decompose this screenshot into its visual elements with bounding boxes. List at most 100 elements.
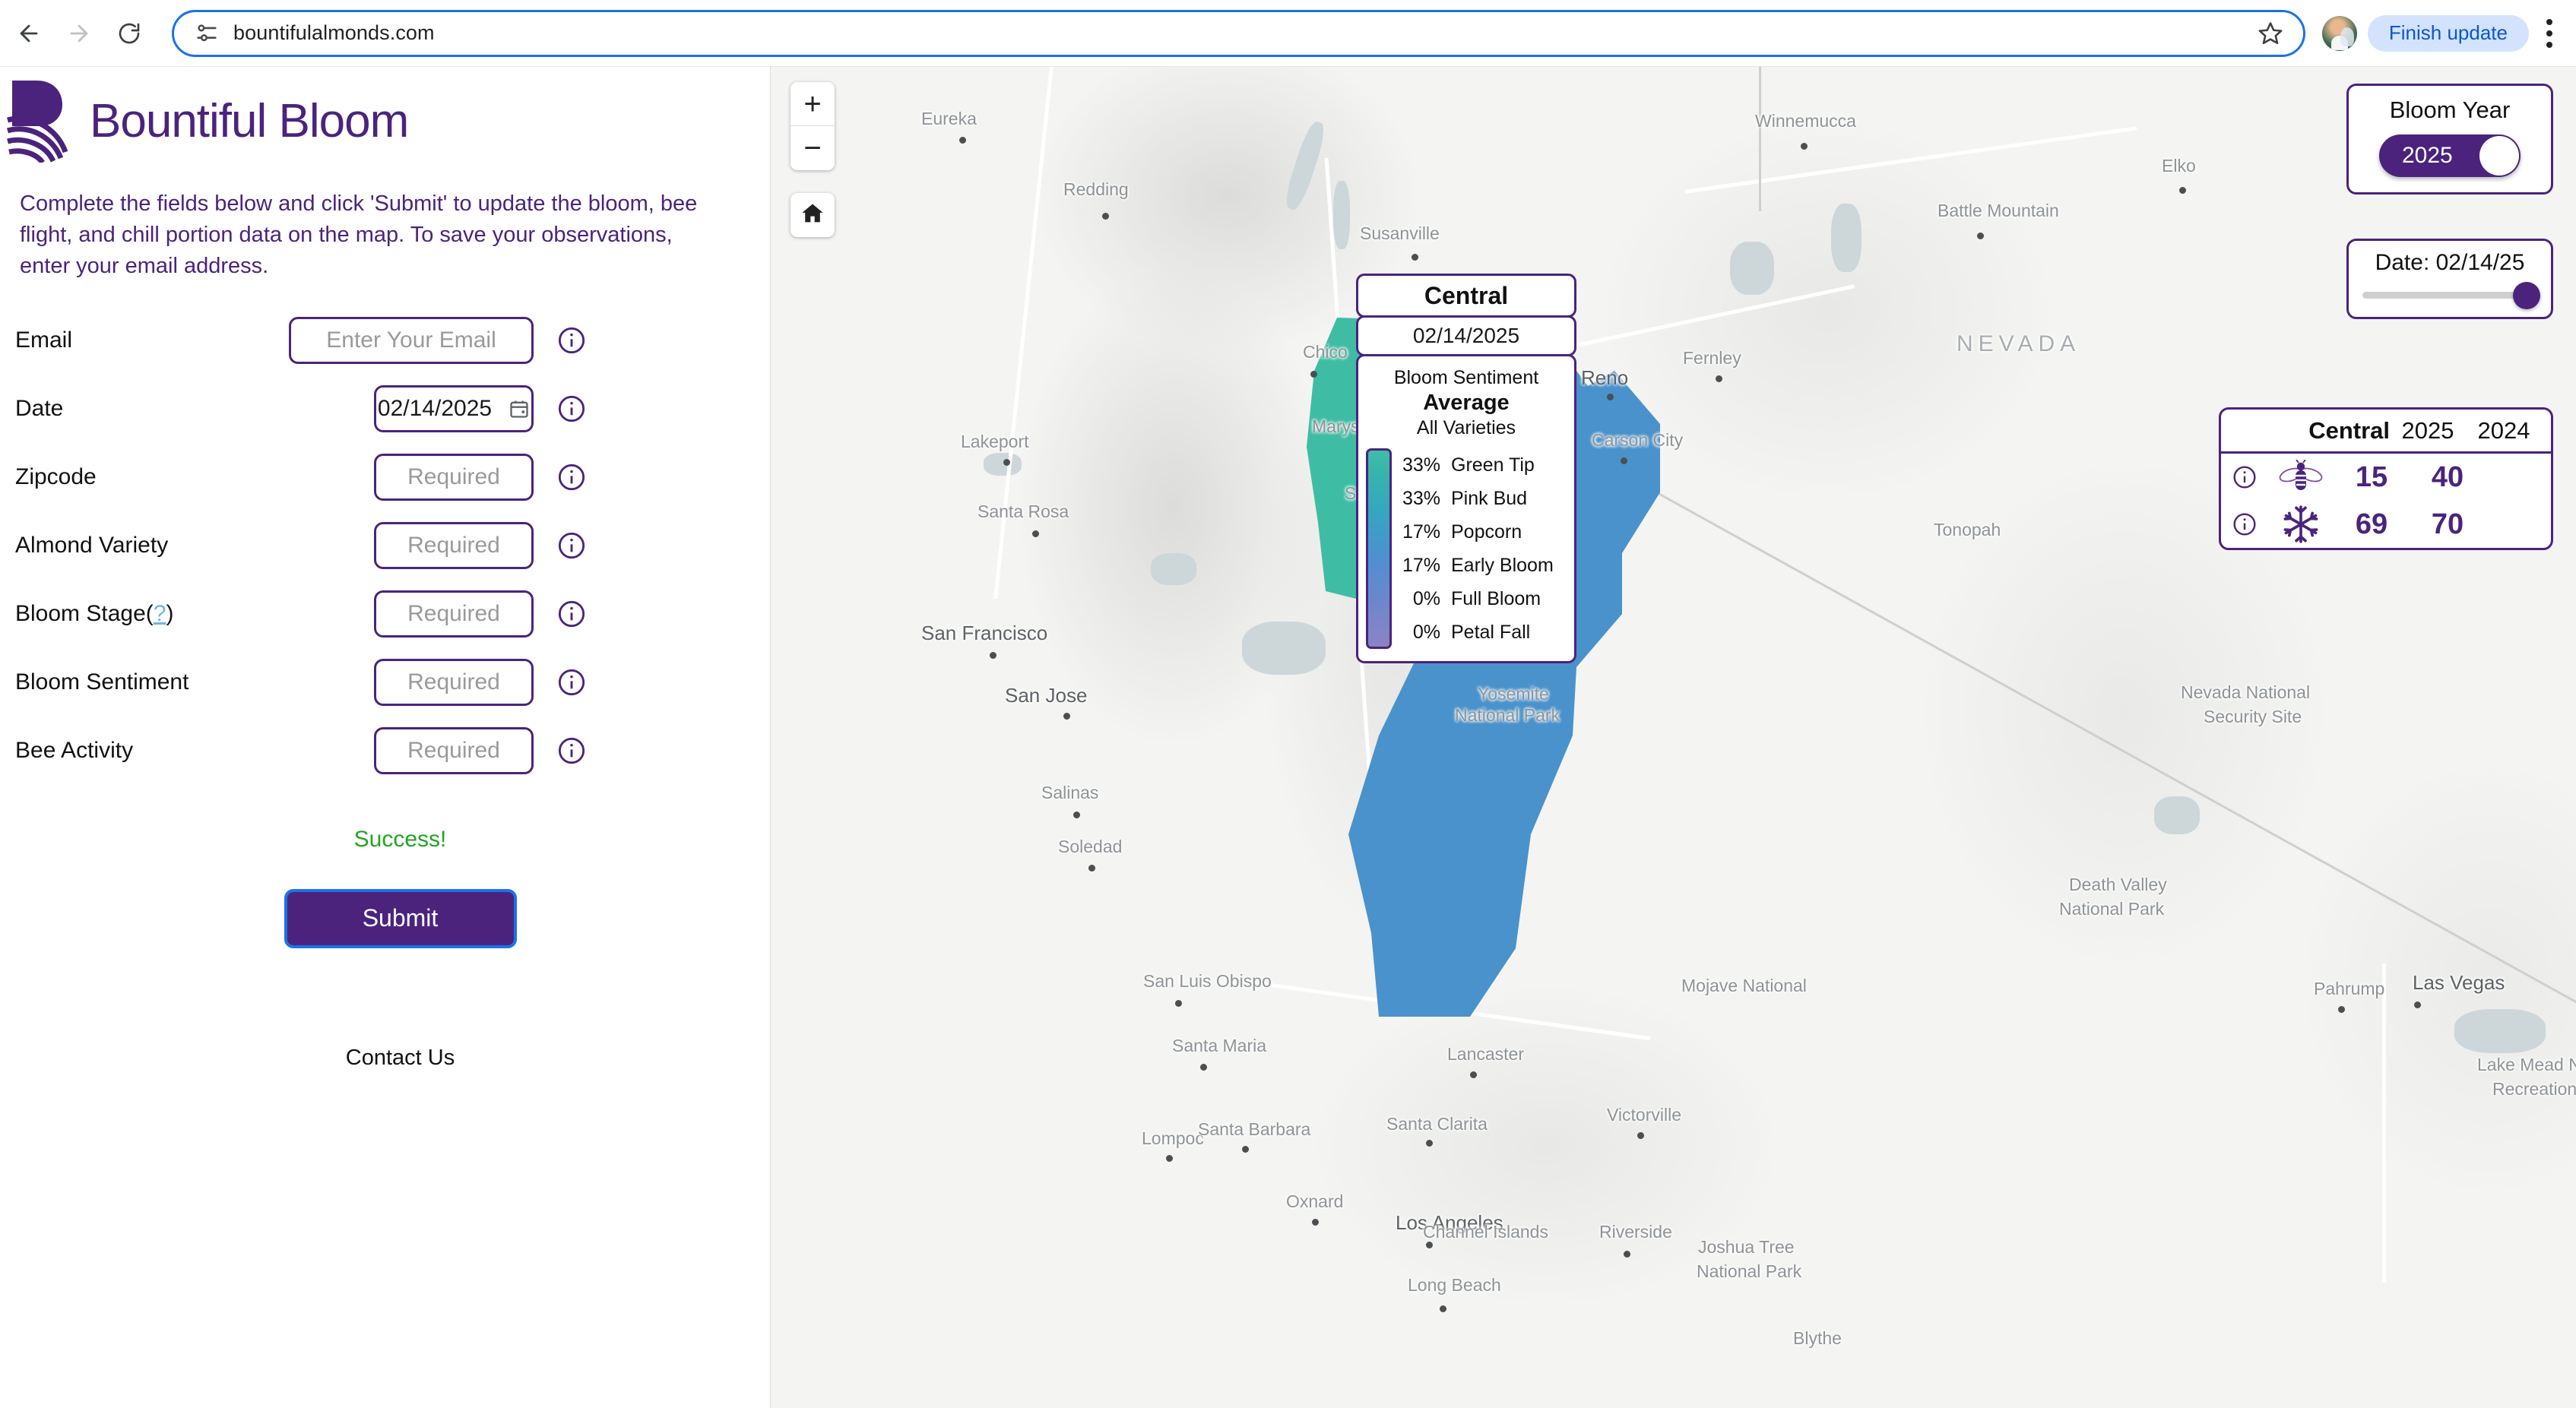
popup-date-card: 02/14/2025 xyxy=(1356,315,1576,356)
toggle-knob[interactable] xyxy=(2479,136,2519,176)
almond-variety-select[interactable]: Required xyxy=(374,521,534,569)
map-label: Joshua Tree xyxy=(1698,1237,1795,1257)
bee-activity-placeholder: Required xyxy=(407,737,500,763)
legend-percent: 0% xyxy=(1412,621,1440,643)
stats-chill-2025: 69 xyxy=(2355,508,2388,540)
info-icon[interactable] xyxy=(2221,511,2268,537)
calendar-icon[interactable] xyxy=(509,397,530,420)
bloom-stage-help-link[interactable]: ? xyxy=(154,601,166,626)
site-settings-icon[interactable] xyxy=(194,21,220,46)
city-dot xyxy=(1716,375,1722,382)
stats-bee-2024: 40 xyxy=(2431,460,2464,493)
contact-us-link[interactable]: Contact Us xyxy=(0,1046,770,1071)
legend-percent: 33% xyxy=(1402,487,1440,509)
map-home-button[interactable] xyxy=(791,193,835,237)
map-label: National Park xyxy=(1697,1261,1802,1281)
avatar[interactable] xyxy=(2321,15,2357,51)
bloom-map[interactable]: Eureka Redding Susanville Winnemucca Battle … xyxy=(771,67,2576,1408)
zoom-out-button[interactable]: − xyxy=(791,126,835,170)
map-label: NEVADA xyxy=(1957,331,2081,356)
city-dot xyxy=(2414,1001,2421,1008)
map-label: Channel Islands xyxy=(1423,1222,1548,1242)
star-icon[interactable] xyxy=(2258,21,2283,46)
info-icon[interactable] xyxy=(556,667,587,698)
legend-percent: 0% xyxy=(1412,587,1440,609)
home-icon xyxy=(800,201,825,230)
map-label: Mojave National xyxy=(1681,976,1807,995)
city-dot xyxy=(2179,187,2186,194)
map-label: Death Valley xyxy=(2069,875,2167,894)
map-label: Blythe xyxy=(1793,1328,1842,1348)
popup-subtitle-1: Bloom Sentiment xyxy=(1393,367,1539,388)
map-label: Reno xyxy=(1581,366,1629,389)
reload-button[interactable] xyxy=(108,12,151,55)
info-icon[interactable] xyxy=(556,736,587,766)
info-icon[interactable] xyxy=(556,325,587,356)
map-label: San Luis Obispo xyxy=(1143,971,1272,991)
map-zoom-controls[interactable]: + − xyxy=(791,82,835,170)
bloom-year-card: Bloom Year 2025 xyxy=(2346,84,2553,195)
legend-label: Full Bloom xyxy=(1451,587,1541,609)
brand-header: Bountiful Bloom xyxy=(0,67,770,165)
kebab-menu-icon[interactable] xyxy=(2533,18,2565,48)
info-icon[interactable] xyxy=(556,394,587,424)
slider-thumb[interactable] xyxy=(2513,282,2540,309)
legend-row: 17% Popcorn xyxy=(1396,515,1567,549)
slider-track[interactable] xyxy=(2362,292,2537,299)
address-bar[interactable]: bountifulalmonds.com xyxy=(172,9,2305,57)
region-popup[interactable]: Central 02/14/2025 Bloom Sentiment Avera… xyxy=(1356,274,1576,663)
city-dot xyxy=(1470,1071,1477,1078)
map-label: National Park xyxy=(2059,899,2165,919)
bloom-year-toggle[interactable]: 2025 xyxy=(2379,134,2521,177)
legend-label: Pink Bud xyxy=(1451,487,1528,509)
map-label: Carson City xyxy=(1592,430,1684,450)
info-icon[interactable] xyxy=(2221,464,2268,490)
field-label-bloom-stage: Bloom Stage(?) xyxy=(15,601,289,627)
bloom-regions[interactable] xyxy=(771,67,2576,1408)
city-dot xyxy=(1607,394,1614,400)
legend-label: Petal Fall xyxy=(1451,621,1531,643)
date-slider-label: Date: 02/14/25 xyxy=(2375,250,2525,275)
map-label: Salinas xyxy=(1041,783,1099,802)
date-field[interactable]: 02/14/2025 xyxy=(374,384,534,432)
popup-date: 02/14/2025 xyxy=(1412,324,1520,347)
zipcode-field[interactable]: Required xyxy=(374,453,534,501)
map-label: Lompoc xyxy=(1142,1128,1204,1148)
submit-button[interactable]: Submit xyxy=(284,888,517,948)
url-text: bountifulalmonds.com xyxy=(233,21,435,44)
info-icon[interactable] xyxy=(556,530,587,561)
email-field[interactable]: Enter Your Email xyxy=(289,316,534,364)
bloom-stage-select[interactable]: Required xyxy=(374,590,534,638)
city-dot xyxy=(1637,1132,1644,1139)
field-label-almond-variety: Almond Variety xyxy=(15,532,169,558)
finish-update-button[interactable]: Finish update xyxy=(2367,14,2529,52)
reload-icon xyxy=(117,21,141,46)
city-dot xyxy=(1003,459,1010,466)
back-button[interactable] xyxy=(8,12,50,55)
date-slider[interactable] xyxy=(2362,282,2540,309)
legend-row: 17% Early Bloom xyxy=(1396,549,1567,582)
info-icon[interactable] xyxy=(556,462,587,492)
info-icon[interactable] xyxy=(556,599,587,629)
legend-percent: 33% xyxy=(1402,454,1440,476)
field-label-email: Email xyxy=(15,327,73,353)
bee-activity-select[interactable]: Required xyxy=(374,726,534,774)
city-dot xyxy=(1440,1305,1446,1312)
city-dot xyxy=(1200,1064,1207,1071)
city-dot xyxy=(1412,254,1418,261)
intro-text: Complete the fields below and click 'Sub… xyxy=(20,191,698,279)
bloom-sentiment-select[interactable]: Required xyxy=(374,658,534,706)
zipcode-placeholder: Required xyxy=(407,464,500,489)
city-dot xyxy=(1242,1146,1249,1153)
forward-button[interactable] xyxy=(58,12,100,55)
bountiful-bloom-logo xyxy=(6,79,82,165)
city-dot xyxy=(1063,713,1070,720)
bloom-gradient-bar xyxy=(1366,448,1392,649)
arrow-right-icon xyxy=(66,21,92,46)
map-label: San Jose xyxy=(1005,684,1088,707)
stats-col-2024: 2024 xyxy=(2477,416,2530,444)
map-label: Long Beach xyxy=(1408,1275,1501,1295)
map-label: Redding xyxy=(1063,179,1129,199)
bloom-stage-paren-open: ( xyxy=(145,600,154,626)
zoom-in-button[interactable]: + xyxy=(791,82,835,126)
